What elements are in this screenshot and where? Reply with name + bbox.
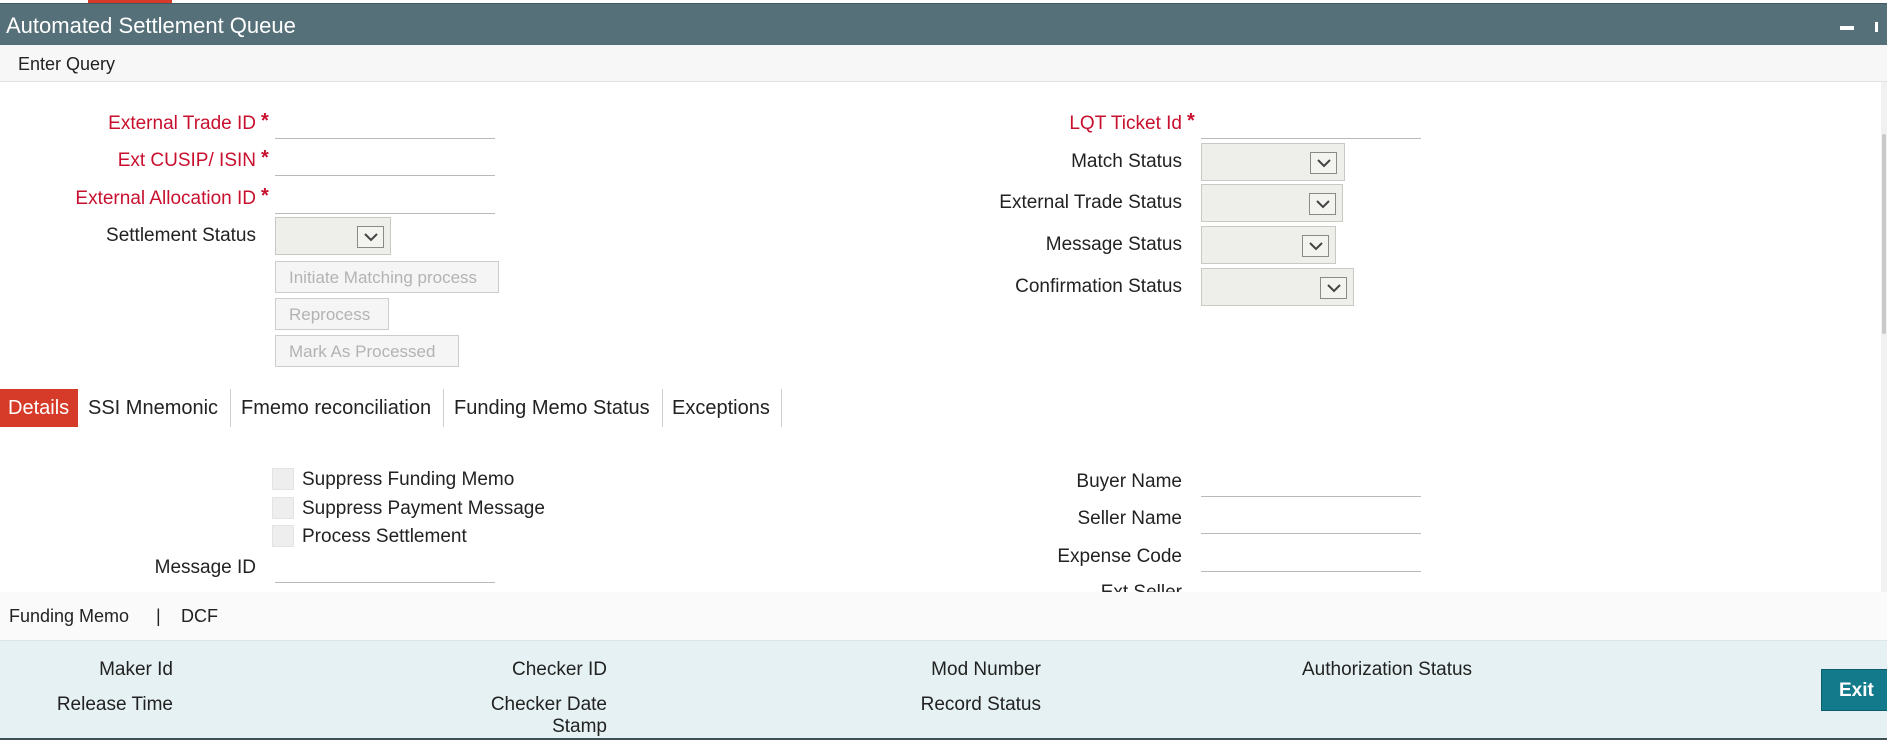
checker-date-stamp-label-line2: Stamp (552, 716, 607, 737)
funding-memo-link[interactable]: Funding Memo (9, 606, 129, 627)
subnav-separator: | (156, 606, 161, 626)
tab-separator (230, 389, 231, 427)
record-status-label: Record Status (920, 694, 1041, 715)
audit-footer: Maker Id Release Time Checker ID Checker… (0, 640, 1887, 740)
lqt-ticket-id-label: LQT Ticket Id (1069, 113, 1182, 134)
seller-name-label: Seller Name (1077, 508, 1182, 529)
scrollbar-thumb[interactable] (1882, 134, 1886, 334)
checker-date-stamp-label: Checker Date (490, 694, 607, 715)
tab-details[interactable]: Details (0, 389, 78, 427)
window-menu-icon[interactable] (1875, 22, 1878, 32)
chevron-down-icon[interactable] (1309, 193, 1336, 215)
enter-query-label[interactable]: Enter Query (18, 54, 115, 75)
external-allocation-id-label: External Allocation ID (75, 188, 256, 209)
process-settlement-checkbox[interactable] (272, 525, 294, 547)
ext-seller-label: Ext Seller (1101, 582, 1182, 592)
suppress-funding-memo-checkbox[interactable] (272, 468, 294, 490)
buyer-name-input[interactable] (1201, 473, 1421, 497)
minimize-icon[interactable] (1840, 26, 1854, 30)
required-marker: * (261, 185, 269, 207)
ext-cusip-isin-input[interactable] (275, 152, 495, 176)
tab-funding-memo-status[interactable]: Funding Memo Status (454, 389, 660, 427)
initiate-matching-button[interactable]: Initiate Matching process (275, 261, 499, 293)
chevron-down-icon[interactable] (1320, 277, 1347, 299)
message-status-label: Message Status (1045, 234, 1182, 255)
expense-code-input[interactable] (1201, 548, 1421, 572)
required-marker: * (261, 147, 269, 169)
buyer-name-label: Buyer Name (1076, 471, 1182, 492)
message-id-input[interactable] (275, 559, 495, 583)
tab-fmemo-reconciliation[interactable]: Fmemo reconciliation (241, 389, 441, 427)
match-status-label: Match Status (1071, 151, 1182, 172)
suppress-payment-message-label: Suppress Payment Message (302, 498, 545, 519)
external-trade-status-label: External Trade Status (999, 192, 1182, 213)
checker-id-label: Checker ID (511, 659, 607, 680)
dcf-link[interactable]: DCF (181, 606, 218, 627)
required-marker: * (1187, 110, 1195, 132)
exit-button[interactable]: Exit (1821, 669, 1887, 711)
process-settlement-label: Process Settlement (302, 526, 467, 547)
tab-ssi-mnemonic[interactable]: SSI Mnemonic (88, 389, 228, 427)
release-time-label: Release Time (56, 694, 173, 715)
automated-settlement-queue-window: Automated Settlement Queue Enter Query E… (0, 0, 1887, 740)
tab-exceptions[interactable]: Exceptions (672, 389, 780, 427)
settlement-status-select[interactable] (275, 217, 391, 255)
message-id-label: Message ID (154, 557, 256, 578)
sub-navigation: Funding Memo | DCF (0, 592, 1887, 640)
title-bar: Automated Settlement Queue (0, 3, 1887, 45)
seller-name-input[interactable] (1201, 510, 1421, 534)
authorization-status-label: Authorization Status (1302, 659, 1473, 680)
chevron-down-icon[interactable] (1310, 152, 1337, 174)
ext-cusip-isin-label: Ext CUSIP/ ISIN (117, 150, 256, 171)
suppress-funding-memo-label: Suppress Funding Memo (302, 469, 515, 490)
chevron-down-icon[interactable] (357, 226, 384, 248)
query-bar: Enter Query (0, 45, 1887, 82)
external-trade-id-input[interactable] (275, 115, 495, 139)
external-allocation-id-input[interactable] (275, 190, 495, 214)
tab-separator (662, 389, 663, 427)
ext-seller-clip: Ext Seller (1000, 580, 1200, 592)
tab-separator (443, 389, 444, 427)
mod-number-label: Mod Number (931, 659, 1041, 680)
lqt-ticket-id-input[interactable] (1201, 115, 1421, 139)
reprocess-button[interactable]: Reprocess (275, 298, 389, 330)
maker-id-label: Maker Id (99, 659, 173, 680)
expense-code-label: Expense Code (1057, 546, 1182, 567)
tab-separator (781, 389, 782, 427)
message-status-select[interactable] (1201, 226, 1336, 264)
vertical-scrollbar[interactable] (1881, 82, 1887, 592)
confirmation-status-label: Confirmation Status (1015, 276, 1182, 297)
settlement-status-label: Settlement Status (106, 225, 256, 246)
match-status-select[interactable] (1201, 143, 1345, 181)
confirmation-status-select[interactable] (1201, 268, 1354, 306)
suppress-payment-message-checkbox[interactable] (272, 497, 294, 519)
external-trade-status-select[interactable] (1201, 184, 1343, 222)
window-title: Automated Settlement Queue (6, 13, 296, 38)
chevron-down-icon[interactable] (1302, 235, 1329, 257)
mark-as-processed-button[interactable]: Mark As Processed (275, 335, 459, 367)
external-trade-id-label: External Trade ID (108, 113, 256, 134)
required-marker: * (261, 110, 269, 132)
